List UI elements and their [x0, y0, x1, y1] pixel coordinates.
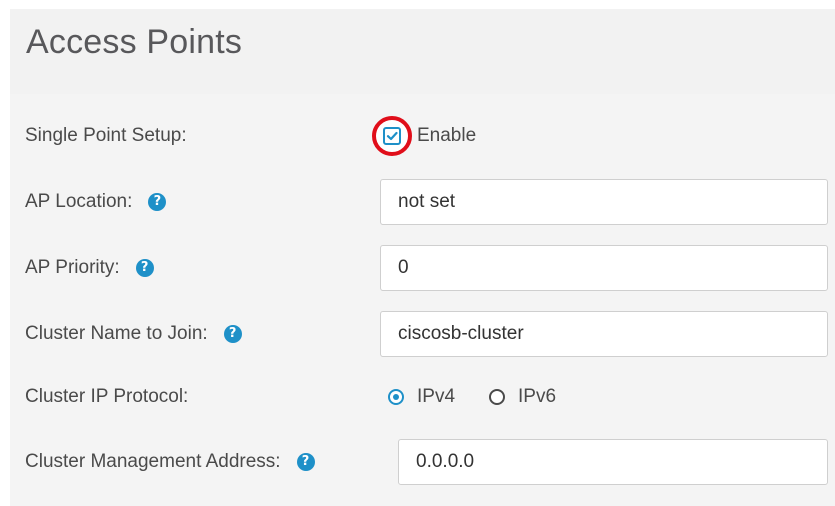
enable-checkbox-label[interactable]: Enable: [417, 125, 476, 147]
cluster-mgmt-address-label: Cluster Management Address: ?: [25, 451, 315, 473]
page-title: Access Points: [26, 23, 243, 61]
cluster-name-label: Cluster Name to Join: ?: [25, 323, 242, 345]
ap-location-row: AP Location: ?: [10, 172, 835, 232]
single-point-setup-row: Single Point Setup: Enable: [10, 106, 835, 166]
ap-location-label-text: AP Location:: [25, 191, 133, 212]
radio-selected-dot: [393, 394, 399, 400]
cluster-ip-protocol-label-text: Cluster IP Protocol:: [25, 386, 189, 407]
cluster-ip-protocol-row: Cluster IP Protocol: IPv4 IPv6: [10, 367, 835, 427]
ipv6-radio[interactable]: [489, 389, 506, 405]
cluster-ip-protocol-radio-group: IPv4 IPv6: [388, 386, 556, 408]
ap-location-input[interactable]: [380, 179, 828, 225]
ap-priority-label-text: AP Priority:: [25, 257, 120, 278]
cluster-mgmt-address-input[interactable]: [398, 439, 828, 485]
highlight-ring: [372, 116, 412, 156]
ipv4-radio-label[interactable]: IPv4: [417, 386, 455, 408]
ap-priority-label: AP Priority: ?: [25, 257, 154, 279]
question-circle-icon[interactable]: ?: [296, 453, 315, 471]
question-circle-icon[interactable]: ?: [223, 325, 242, 343]
question-circle-icon[interactable]: ?: [135, 259, 154, 277]
cluster-name-input[interactable]: [380, 311, 828, 357]
ap-priority-row: AP Priority: ?: [10, 238, 835, 298]
ipv4-radio[interactable]: [388, 389, 404, 405]
ap-priority-input[interactable]: [380, 245, 828, 291]
cluster-mgmt-address-row: Cluster Management Address: ?: [10, 432, 835, 492]
access-points-page: Access Points Single Point Setup: Enable: [0, 0, 835, 506]
cluster-name-row: Cluster Name to Join: ?: [10, 304, 835, 364]
single-point-setup-label: Single Point Setup:: [25, 125, 187, 147]
cluster-mgmt-address-label-text: Cluster Management Address:: [25, 451, 281, 472]
access-points-form: Single Point Setup: Enable AP Location: …: [10, 94, 835, 506]
ap-location-label: AP Location: ?: [25, 191, 167, 213]
cluster-ip-protocol-label: Cluster IP Protocol:: [25, 386, 188, 408]
single-point-setup-label-text: Single Point Setup:: [25, 125, 187, 146]
page-header: Access Points: [10, 9, 835, 94]
cluster-name-label-text: Cluster Name to Join:: [25, 323, 208, 344]
enable-checkbox[interactable]: [383, 127, 401, 145]
enable-checkbox-group[interactable]: Enable: [372, 116, 476, 156]
question-circle-icon[interactable]: ?: [148, 193, 167, 211]
ipv6-radio-label[interactable]: IPv6: [518, 386, 556, 408]
ipv4-radio-option[interactable]: IPv4: [388, 386, 455, 408]
checkmark-icon: [386, 131, 398, 141]
ipv6-radio-option[interactable]: IPv6: [489, 386, 556, 408]
